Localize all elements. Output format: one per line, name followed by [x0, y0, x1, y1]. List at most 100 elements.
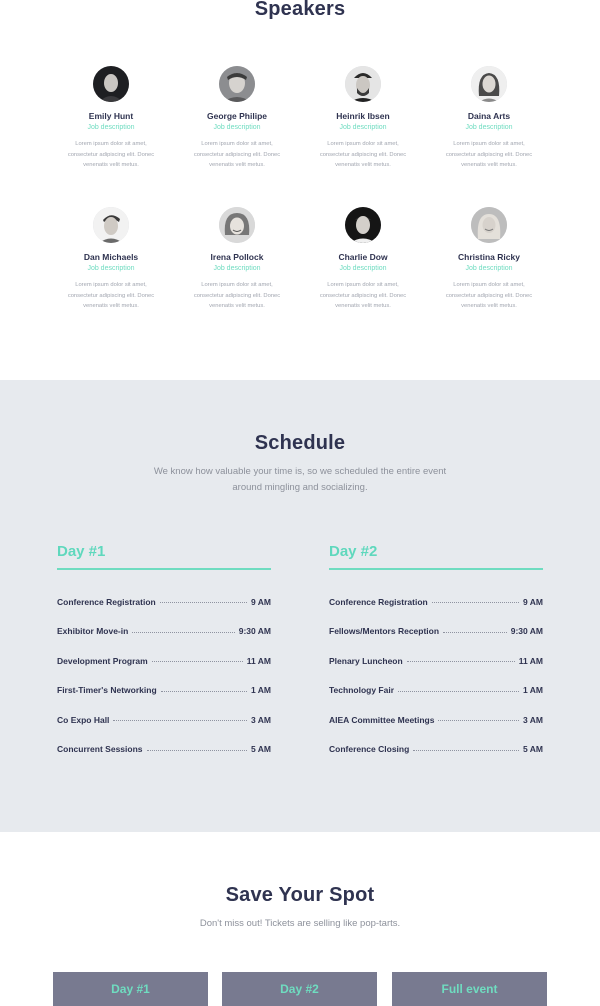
dotted-leader: [113, 720, 247, 722]
speaker-card: Dan Michaels Job description Lorem ipsum…: [48, 207, 174, 348]
schedule-row: Fellows/Mentors Reception 9:30 AM: [329, 617, 543, 647]
save-subtitle: Don't miss out! Tickets are selling like…: [199, 918, 401, 929]
speaker-role: Job description: [339, 124, 387, 131]
speakers-section: Speakers Emily Hunt Job description Lore…: [0, 0, 600, 380]
speaker-description: Lorem ipsum dolor sit amet, consectetur …: [193, 141, 281, 168]
event-time: 5 AM: [251, 744, 271, 755]
schedule-row: Technology Fair 1 AM: [329, 676, 543, 706]
speaker-description: Lorem ipsum dolor sit amet, consectetur …: [67, 141, 155, 168]
event-name: Concurrent Sessions: [57, 744, 143, 755]
speaker-card: Christina Ricky Job description Lorem ip…: [426, 207, 552, 348]
speaker-card: Irena Pollock Job description Lorem ipsu…: [174, 207, 300, 348]
dotted-leader: [406, 661, 515, 663]
dotted-leader: [160, 690, 247, 692]
schedule-row: Concurrent Sessions 5 AM: [57, 735, 271, 765]
schedule-row: First-Timer's Networking 1 AM: [57, 676, 271, 706]
event-time: 9 AM: [251, 596, 271, 607]
dotted-leader: [398, 690, 519, 692]
speaker-grid: Emily Hunt Job description Lorem ipsum d…: [48, 66, 552, 348]
save-title: Save Your Spot: [225, 884, 375, 906]
dotted-leader: [159, 602, 247, 604]
dotted-leader: [132, 631, 235, 633]
event-time: 9:30 AM: [238, 626, 271, 637]
event-time: 5 AM: [523, 744, 543, 755]
speaker-name: Daina Arts: [467, 111, 511, 121]
speaker-name: Emily Hunt: [88, 111, 134, 121]
event-name: Exhibitor Move-in: [57, 626, 129, 637]
day-1-column: Day #1 Conference Registration 9 AM Exhib…: [57, 543, 271, 764]
ticket-day-2-button[interactable]: Day #2: [222, 972, 377, 1006]
dotted-leader: [443, 631, 507, 633]
avatar: [93, 207, 129, 243]
day-2-column: Day #2 Conference Registration 9 AM Fello…: [329, 543, 543, 764]
schedule-list: Conference Registration 9 AM Exhibitor Mo…: [57, 587, 271, 764]
event-time: 3 AM: [251, 714, 271, 725]
dotted-leader: [146, 749, 247, 751]
avatar: [345, 207, 381, 243]
avatar: [471, 207, 507, 243]
speaker-description: Lorem ipsum dolor sit amet, consectetur …: [445, 282, 533, 309]
ticket-day-1-button[interactable]: Day #1: [53, 972, 208, 1006]
event-name: Co Expo Hall: [57, 714, 110, 725]
schedule-section: Schedule We know how valuable your time …: [0, 380, 600, 832]
day-title: Day #2: [329, 543, 543, 570]
schedule-title: Schedule: [254, 432, 346, 454]
event-time: 11 AM: [518, 655, 543, 666]
schedule-row: Conference Closing 5 AM: [329, 735, 543, 765]
speaker-description: Lorem ipsum dolor sit amet, consectetur …: [319, 141, 407, 168]
speaker-name: Charlie Dow: [338, 252, 388, 262]
schedule-list: Conference Registration 9 AM Fellows/Ment…: [329, 587, 543, 764]
event-time: 11 AM: [246, 655, 271, 666]
speaker-card: Charlie Dow Job description Lorem ipsum …: [300, 207, 426, 348]
event-time: 1 AM: [523, 685, 543, 696]
event-name: Plenary Luncheon: [329, 655, 403, 666]
event-name: Fellows/Mentors Reception: [329, 626, 440, 637]
schedule-row: Development Program 11 AM: [57, 646, 271, 676]
speaker-role: Job description: [465, 124, 513, 131]
speaker-role: Job description: [87, 265, 135, 272]
speaker-name: Heinrik Ibsen: [336, 111, 390, 121]
event-name: Conference Registration: [57, 596, 156, 607]
schedule-row: Plenary Luncheon 11 AM: [329, 646, 543, 676]
speaker-name: Dan Michaels: [83, 252, 139, 262]
speaker-description: Lorem ipsum dolor sit amet, consectetur …: [445, 141, 533, 168]
avatar: [219, 66, 255, 102]
event-time: 3 AM: [523, 714, 543, 725]
event-name: Development Program: [57, 655, 148, 666]
speaker-card: Heinrik Ibsen Job description Lorem ipsu…: [300, 66, 426, 207]
event-time: 9:30 AM: [510, 626, 543, 637]
schedule-row: Co Expo Hall 3 AM: [57, 705, 271, 735]
dotted-leader: [438, 720, 519, 722]
day-title: Day #1: [57, 543, 271, 570]
schedule-row: AIEA Committee Meetings 3 AM: [329, 705, 543, 735]
schedule-row: Conference Registration 9 AM: [329, 587, 543, 617]
ticket-full-event-button[interactable]: Full event: [392, 972, 547, 1006]
event-time: 1 AM: [251, 685, 271, 696]
speaker-role: Job description: [465, 265, 513, 272]
dotted-leader: [413, 749, 519, 751]
avatar: [219, 207, 255, 243]
schedule-row: Conference Registration 9 AM: [57, 587, 271, 617]
avatar: [93, 66, 129, 102]
speaker-card: Daina Arts Job description Lorem ipsum d…: [426, 66, 552, 207]
speaker-name: Irena Pollock: [210, 252, 264, 262]
event-name: AIEA Committee Meetings: [329, 714, 435, 725]
speaker-description: Lorem ipsum dolor sit amet, consectetur …: [319, 282, 407, 309]
speaker-role: Job description: [213, 124, 261, 131]
dotted-leader: [151, 661, 243, 663]
speaker-card: Emily Hunt Job description Lorem ipsum d…: [48, 66, 174, 207]
speaker-role: Job description: [213, 265, 261, 272]
speaker-role: Job description: [87, 124, 135, 131]
speakers-title: Speakers: [254, 0, 346, 20]
speaker-name: Christina Ricky: [458, 252, 520, 262]
event-name: Technology Fair: [329, 685, 395, 696]
event-name: Conference Closing: [329, 744, 410, 755]
event-name: Conference Registration: [329, 596, 428, 607]
avatar: [471, 66, 507, 102]
schedule-row: Exhibitor Move-in 9:30 AM: [57, 617, 271, 647]
avatar: [345, 66, 381, 102]
event-time: 9 AM: [523, 596, 543, 607]
event-name: First-Timer's Networking: [57, 685, 157, 696]
dotted-leader: [431, 602, 519, 604]
speaker-description: Lorem ipsum dolor sit amet, consectetur …: [193, 282, 281, 309]
